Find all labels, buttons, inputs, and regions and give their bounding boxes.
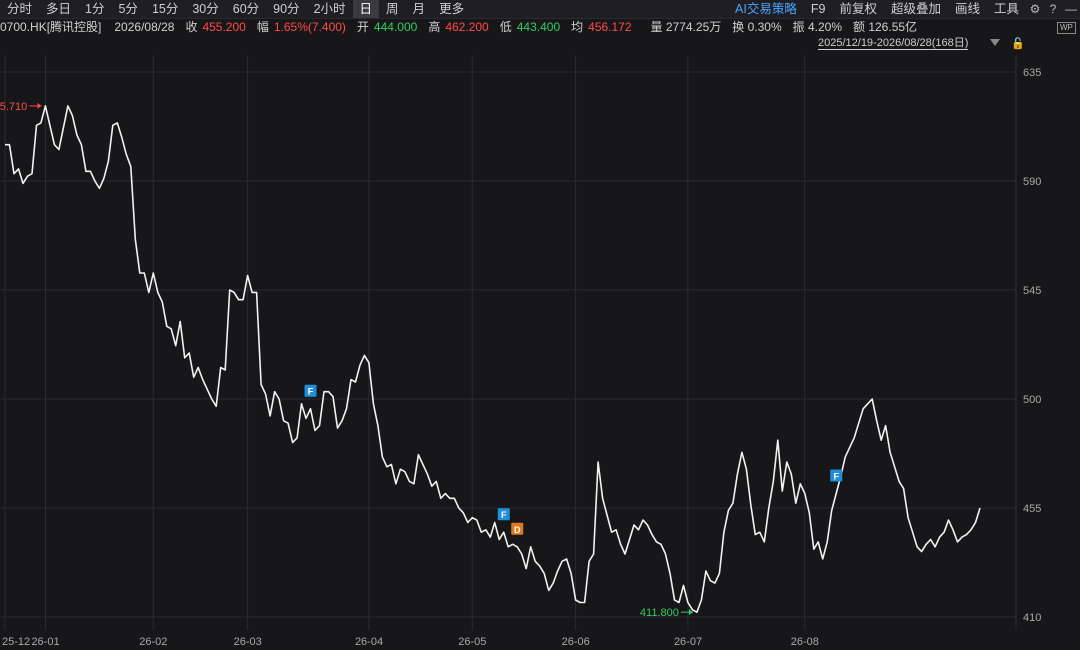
x-tick-label: 26-06 [562,636,590,648]
event-marker-label: D [514,525,521,535]
x-tick-label: 25-12 [2,636,30,648]
price-line[interactable] [5,105,981,613]
y-tick-label: 635 [1023,67,1041,79]
y-tick-label: 410 [1023,612,1041,624]
x-tick-label: 26-04 [355,636,383,648]
event-marker-label: F [501,510,507,520]
x-tick-label: 26-01 [31,636,59,648]
high-arrow-head [37,102,42,109]
y-tick-label: 500 [1023,394,1041,406]
high-annotation: 625.710 [0,101,27,113]
x-tick-label: 26-02 [139,636,167,648]
event-marker-label: F [833,471,839,481]
y-tick-label: 545 [1023,285,1041,297]
x-tick-label: 26-07 [674,636,702,648]
price-chart[interactable]: 635 590 545 500 455 410 25-12 26-01 26-02 26-03 26… [0,0,1080,650]
y-tick-label: 590 [1023,176,1041,188]
x-tick-label: 26-05 [458,636,486,648]
x-tick-label: 26-08 [791,636,819,648]
event-marker-label: F [308,387,314,397]
x-tick-label: 26-03 [234,636,262,648]
y-tick-label: 455 [1023,503,1041,515]
low-annotation: 411.800 [640,607,679,619]
